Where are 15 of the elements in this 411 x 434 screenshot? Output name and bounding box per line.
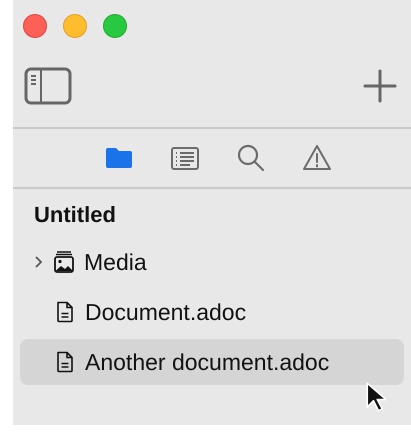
- sidebar-item[interactable]: Document.adoc: [20, 289, 404, 335]
- add-icon[interactable]: [363, 69, 397, 103]
- item-label: Document.adoc: [85, 298, 246, 327]
- photo-stack-icon: [52, 250, 76, 274]
- item-label: Another document.adoc: [85, 348, 330, 377]
- zoom-window-button[interactable]: [103, 14, 127, 38]
- mouse-pointer-icon: [366, 382, 386, 412]
- search-icon[interactable]: [235, 142, 267, 174]
- sidebar-item[interactable]: Media: [20, 239, 404, 285]
- item-label: Media: [84, 248, 147, 277]
- close-window-button[interactable]: [23, 14, 47, 38]
- sidebar-item[interactable]: Another document.adoc: [20, 339, 404, 385]
- project-title: Untitled: [33, 201, 117, 229]
- disclosure-chevron-icon[interactable]: [34, 255, 44, 269]
- sidebar-toggle-icon[interactable]: [24, 67, 72, 105]
